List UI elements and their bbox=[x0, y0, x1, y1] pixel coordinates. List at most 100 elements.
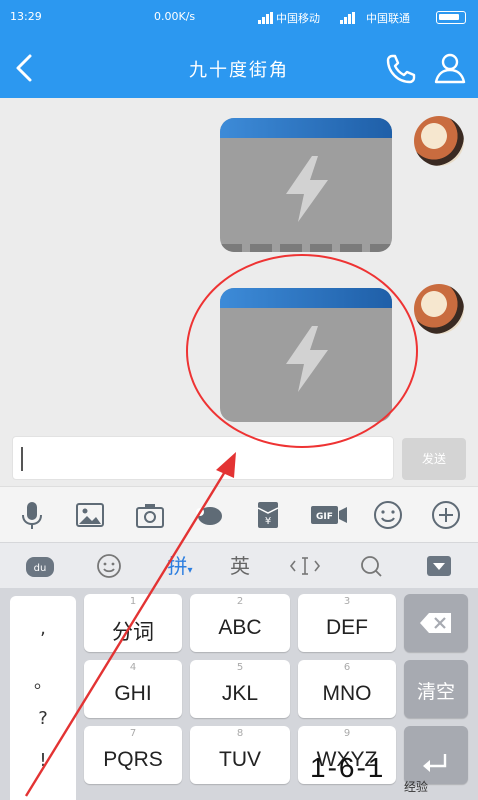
key-number: 2 bbox=[236, 596, 244, 607]
key-4[interactable]: 4 GHI bbox=[84, 660, 182, 718]
cursor-icon bbox=[289, 557, 321, 575]
gif-icon: GIF bbox=[311, 506, 347, 524]
key-number: 6 bbox=[343, 662, 351, 673]
smiley-icon bbox=[97, 554, 121, 578]
punct-exclaim[interactable]: ! bbox=[10, 750, 76, 771]
backspace-key[interactable] bbox=[404, 594, 468, 652]
search-icon bbox=[361, 556, 382, 577]
key-8[interactable]: 8 TUV bbox=[190, 726, 290, 784]
key-label: TUV bbox=[219, 748, 261, 771]
pinyin-label: 拼 bbox=[167, 554, 188, 578]
image-bottom-strip bbox=[220, 244, 392, 252]
status-bar: 13:29 0.00K/s 中国移动 中国联通 bbox=[0, 0, 478, 36]
image-top-strip bbox=[220, 288, 392, 308]
doodle-button[interactable] bbox=[192, 499, 224, 531]
key-6[interactable]: 6 MNO bbox=[298, 660, 396, 718]
image-button[interactable] bbox=[74, 499, 106, 531]
image-message[interactable] bbox=[220, 118, 392, 252]
image-icon bbox=[76, 503, 104, 527]
signal-icon bbox=[258, 12, 274, 24]
red-packet-icon: ¥ bbox=[257, 502, 279, 528]
camera-icon bbox=[136, 504, 164, 528]
key-number: 1 bbox=[129, 596, 137, 607]
watermark-logo: 经验 bbox=[404, 780, 429, 794]
network-speed: 0.00K/s bbox=[154, 10, 196, 23]
svg-text:¥: ¥ bbox=[265, 516, 271, 527]
key-label: ABC bbox=[218, 616, 262, 639]
call-button[interactable] bbox=[382, 48, 422, 88]
punct-question[interactable]: ? bbox=[10, 708, 76, 729]
key-label: JKL bbox=[221, 682, 259, 705]
toolbar: ¥ GIF bbox=[0, 486, 478, 542]
key-2[interactable]: 2 ABC bbox=[190, 594, 290, 652]
profile-button[interactable] bbox=[430, 48, 470, 88]
battery-icon bbox=[436, 11, 466, 24]
avatar[interactable] bbox=[414, 284, 464, 334]
gif-button[interactable]: GIF bbox=[310, 499, 348, 531]
lightning-icon bbox=[286, 156, 328, 222]
hide-keyboard-button[interactable] bbox=[424, 551, 454, 581]
signal-icon bbox=[340, 12, 356, 24]
image-top-strip bbox=[220, 118, 392, 138]
pinyin-toggle[interactable]: 拼▾ bbox=[160, 551, 200, 581]
cursor-move-button[interactable] bbox=[288, 551, 322, 581]
punct-comma[interactable]: , bbox=[10, 618, 76, 639]
enter-icon bbox=[423, 754, 447, 772]
collapse-keyboard-icon bbox=[427, 556, 451, 576]
t9-keyboard: , 。 ? ! 1 分词 2 ABC 3 DEF 4 GHI 5 JKL 6 M… bbox=[0, 588, 478, 800]
person-icon bbox=[434, 53, 466, 84]
clear-key[interactable]: 清空 bbox=[404, 660, 468, 718]
key-number: 9 bbox=[343, 728, 351, 739]
smiley-icon bbox=[374, 501, 402, 529]
key-label: MNO bbox=[322, 682, 372, 705]
input-row: 发送 bbox=[0, 430, 478, 486]
send-button[interactable]: 发送 bbox=[402, 438, 466, 480]
voice-button[interactable] bbox=[16, 499, 48, 531]
ime-search-button[interactable] bbox=[356, 551, 386, 581]
baidu-logo-button[interactable]: du bbox=[24, 551, 56, 581]
emoji-button[interactable] bbox=[372, 499, 404, 531]
key-number: 7 bbox=[129, 728, 137, 739]
key-3[interactable]: 3 DEF bbox=[298, 594, 396, 652]
key-number: 3 bbox=[343, 596, 351, 607]
punctuation-column[interactable]: , 。 ? ! bbox=[10, 596, 76, 800]
microphone-icon bbox=[22, 502, 42, 529]
key-label: PQRS bbox=[103, 748, 163, 771]
caret-down-icon: ▾ bbox=[187, 565, 193, 576]
backspace-icon bbox=[420, 613, 451, 633]
baidu-paw-icon: du bbox=[26, 557, 54, 577]
doodle-icon bbox=[196, 507, 222, 525]
ime-toolbar: du 拼▾ 英 bbox=[0, 542, 478, 588]
english-toggle[interactable]: 英 bbox=[224, 551, 256, 581]
camera-button[interactable] bbox=[134, 499, 166, 531]
message-input[interactable] bbox=[12, 436, 394, 480]
key-label: GHI bbox=[114, 682, 152, 705]
key-1[interactable]: 1 分词 bbox=[84, 594, 182, 652]
svg-text:GIF: GIF bbox=[316, 512, 333, 522]
key-7[interactable]: 7 PQRS bbox=[84, 726, 182, 784]
carrier-2: 中国联通 bbox=[366, 12, 410, 25]
key-number: 5 bbox=[236, 662, 244, 673]
plus-circle-icon bbox=[432, 501, 460, 529]
svg-text:du: du bbox=[34, 563, 47, 574]
status-time: 13:29 bbox=[10, 10, 42, 23]
chat-messages bbox=[0, 98, 478, 430]
clear-label: 清空 bbox=[416, 682, 455, 703]
red-packet-button[interactable]: ¥ bbox=[252, 499, 284, 531]
watermark-step: 1-6-1 bbox=[310, 752, 386, 783]
ime-emoji-button[interactable] bbox=[94, 551, 124, 581]
key-number: 8 bbox=[236, 728, 244, 739]
punct-period[interactable]: 。 bbox=[10, 668, 76, 694]
avatar[interactable] bbox=[414, 116, 464, 166]
key-label: 分词 bbox=[112, 621, 154, 644]
key-number: 4 bbox=[129, 662, 137, 673]
key-label: DEF bbox=[326, 616, 368, 639]
enter-key[interactable] bbox=[404, 726, 468, 784]
chat-header: 九十度街角 bbox=[0, 36, 478, 98]
key-5[interactable]: 5 JKL bbox=[190, 660, 290, 718]
phone-icon bbox=[386, 54, 416, 84]
carrier-1: 中国移动 bbox=[276, 12, 320, 25]
more-button[interactable] bbox=[430, 499, 462, 531]
image-message[interactable] bbox=[220, 288, 392, 422]
lightning-icon bbox=[286, 326, 328, 392]
